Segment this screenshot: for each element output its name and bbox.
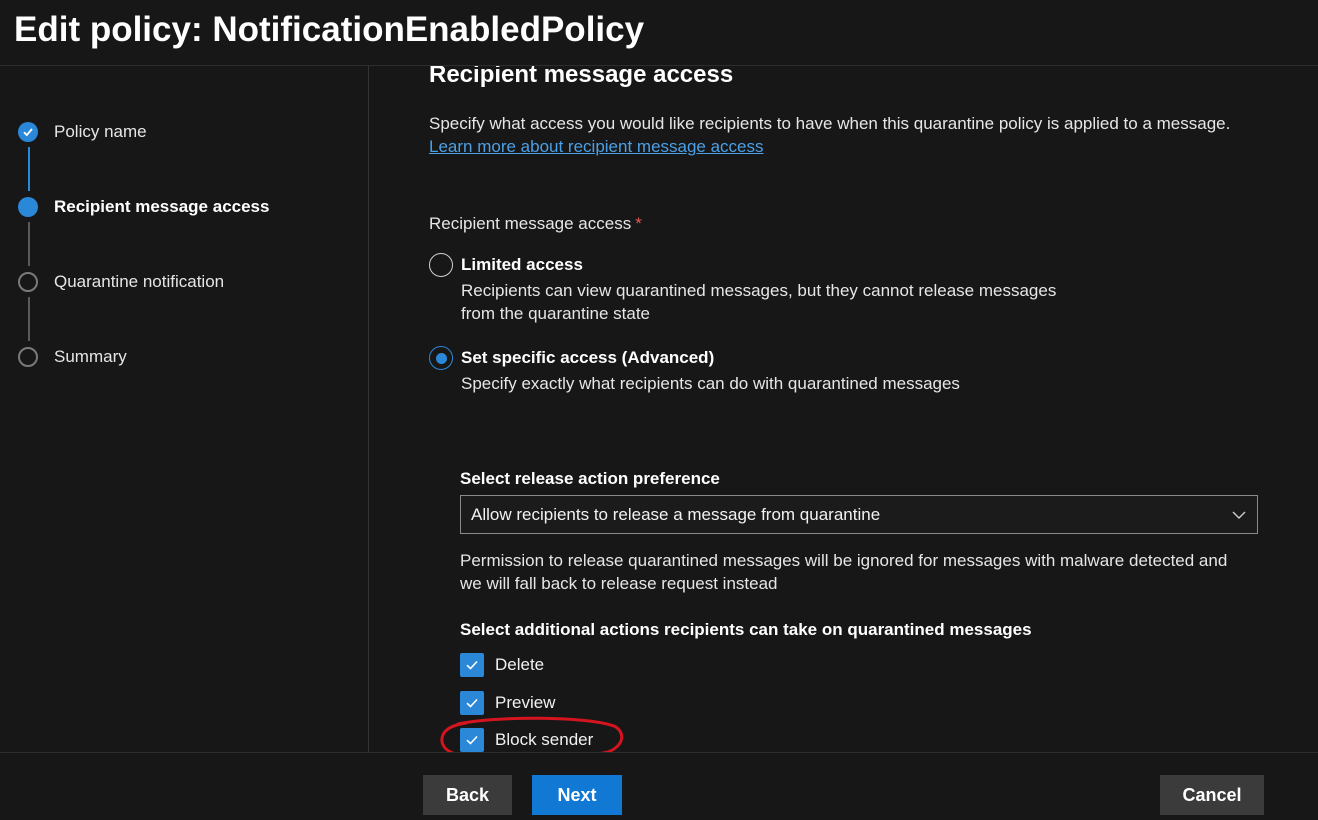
description-line: from the quarantine state: [461, 304, 651, 323]
step-label: Quarantine notification: [54, 272, 225, 291]
page-title: Edit policy: NotificationEnabledPolicy: [14, 10, 645, 49]
specific-access-title: Set specific access (Advanced): [461, 348, 715, 367]
field-label: Recipient message access *: [429, 214, 642, 234]
field-label-text: Recipient message access: [429, 214, 632, 233]
step-label: Recipient message access: [54, 197, 270, 216]
specific-access-radio[interactable]: [429, 346, 453, 370]
description-line: Recipients can view quarantined messages…: [461, 281, 1057, 300]
limited-access-description: Recipients can view quarantined messages…: [461, 279, 1056, 325]
step-connector: [28, 297, 30, 341]
page-header: Edit policy: NotificationEnabledPolicy: [0, 0, 1318, 66]
red-annotation-circle: [440, 716, 624, 752]
step-policy-name[interactable]: Policy name: [18, 120, 147, 144]
release-preference-label: Select release action preference: [460, 469, 720, 488]
wizard-steps: Policy name Recipient message access Qua…: [0, 66, 369, 752]
learn-more-link[interactable]: Learn more about recipient message acces…: [429, 137, 764, 157]
step-connector-done: [28, 147, 30, 191]
pending-step-icon: [18, 272, 38, 292]
checkbox-checked-icon: [460, 653, 484, 677]
section-title: Recipient message access: [429, 66, 734, 88]
release-preference-dropdown[interactable]: Allow recipients to release a message fr…: [460, 495, 1258, 534]
current-step-icon: [18, 197, 38, 217]
main-panel: Recipient message access Specify what ac…: [370, 66, 1318, 752]
step-summary[interactable]: Summary: [18, 345, 127, 369]
step-label: Summary: [54, 347, 127, 366]
limited-access-title: Limited access: [461, 255, 583, 274]
required-indicator: *: [635, 214, 642, 233]
chevron-down-icon: [1231, 507, 1247, 528]
checkbox-label: Delete: [495, 655, 545, 674]
checkbox-label: Preview: [495, 693, 556, 712]
back-button[interactable]: Back: [423, 775, 512, 815]
next-button[interactable]: Next: [532, 775, 622, 815]
checkmark-icon: [18, 122, 38, 142]
note-line: we will fall back to release request ins…: [460, 574, 778, 593]
additional-actions-label: Select additional actions recipients can…: [460, 620, 1032, 639]
cancel-button[interactable]: Cancel: [1160, 775, 1264, 815]
radio-selected-dot: [435, 352, 447, 364]
dropdown-value: Allow recipients to release a message fr…: [471, 504, 881, 524]
step-connector: [28, 222, 30, 266]
footer-bar: Back Next Cancel: [0, 752, 1318, 820]
step-label: Policy name: [54, 122, 147, 141]
preview-checkbox[interactable]: Preview: [460, 691, 555, 715]
limited-access-radio[interactable]: [429, 253, 453, 277]
delete-checkbox[interactable]: Delete: [460, 653, 544, 677]
section-description: Specify what access you would like recip…: [429, 114, 1231, 133]
step-quarantine-notification[interactable]: Quarantine notification: [18, 270, 224, 294]
checkbox-checked-icon: [460, 691, 484, 715]
step-recipient-message-access[interactable]: Recipient message access: [18, 195, 269, 219]
pending-step-icon: [18, 347, 38, 367]
note-line: Permission to release quarantined messag…: [460, 551, 1228, 570]
malware-note: Permission to release quarantined messag…: [460, 549, 1227, 595]
specific-access-description: Specify exactly what recipients can do w…: [461, 374, 960, 393]
